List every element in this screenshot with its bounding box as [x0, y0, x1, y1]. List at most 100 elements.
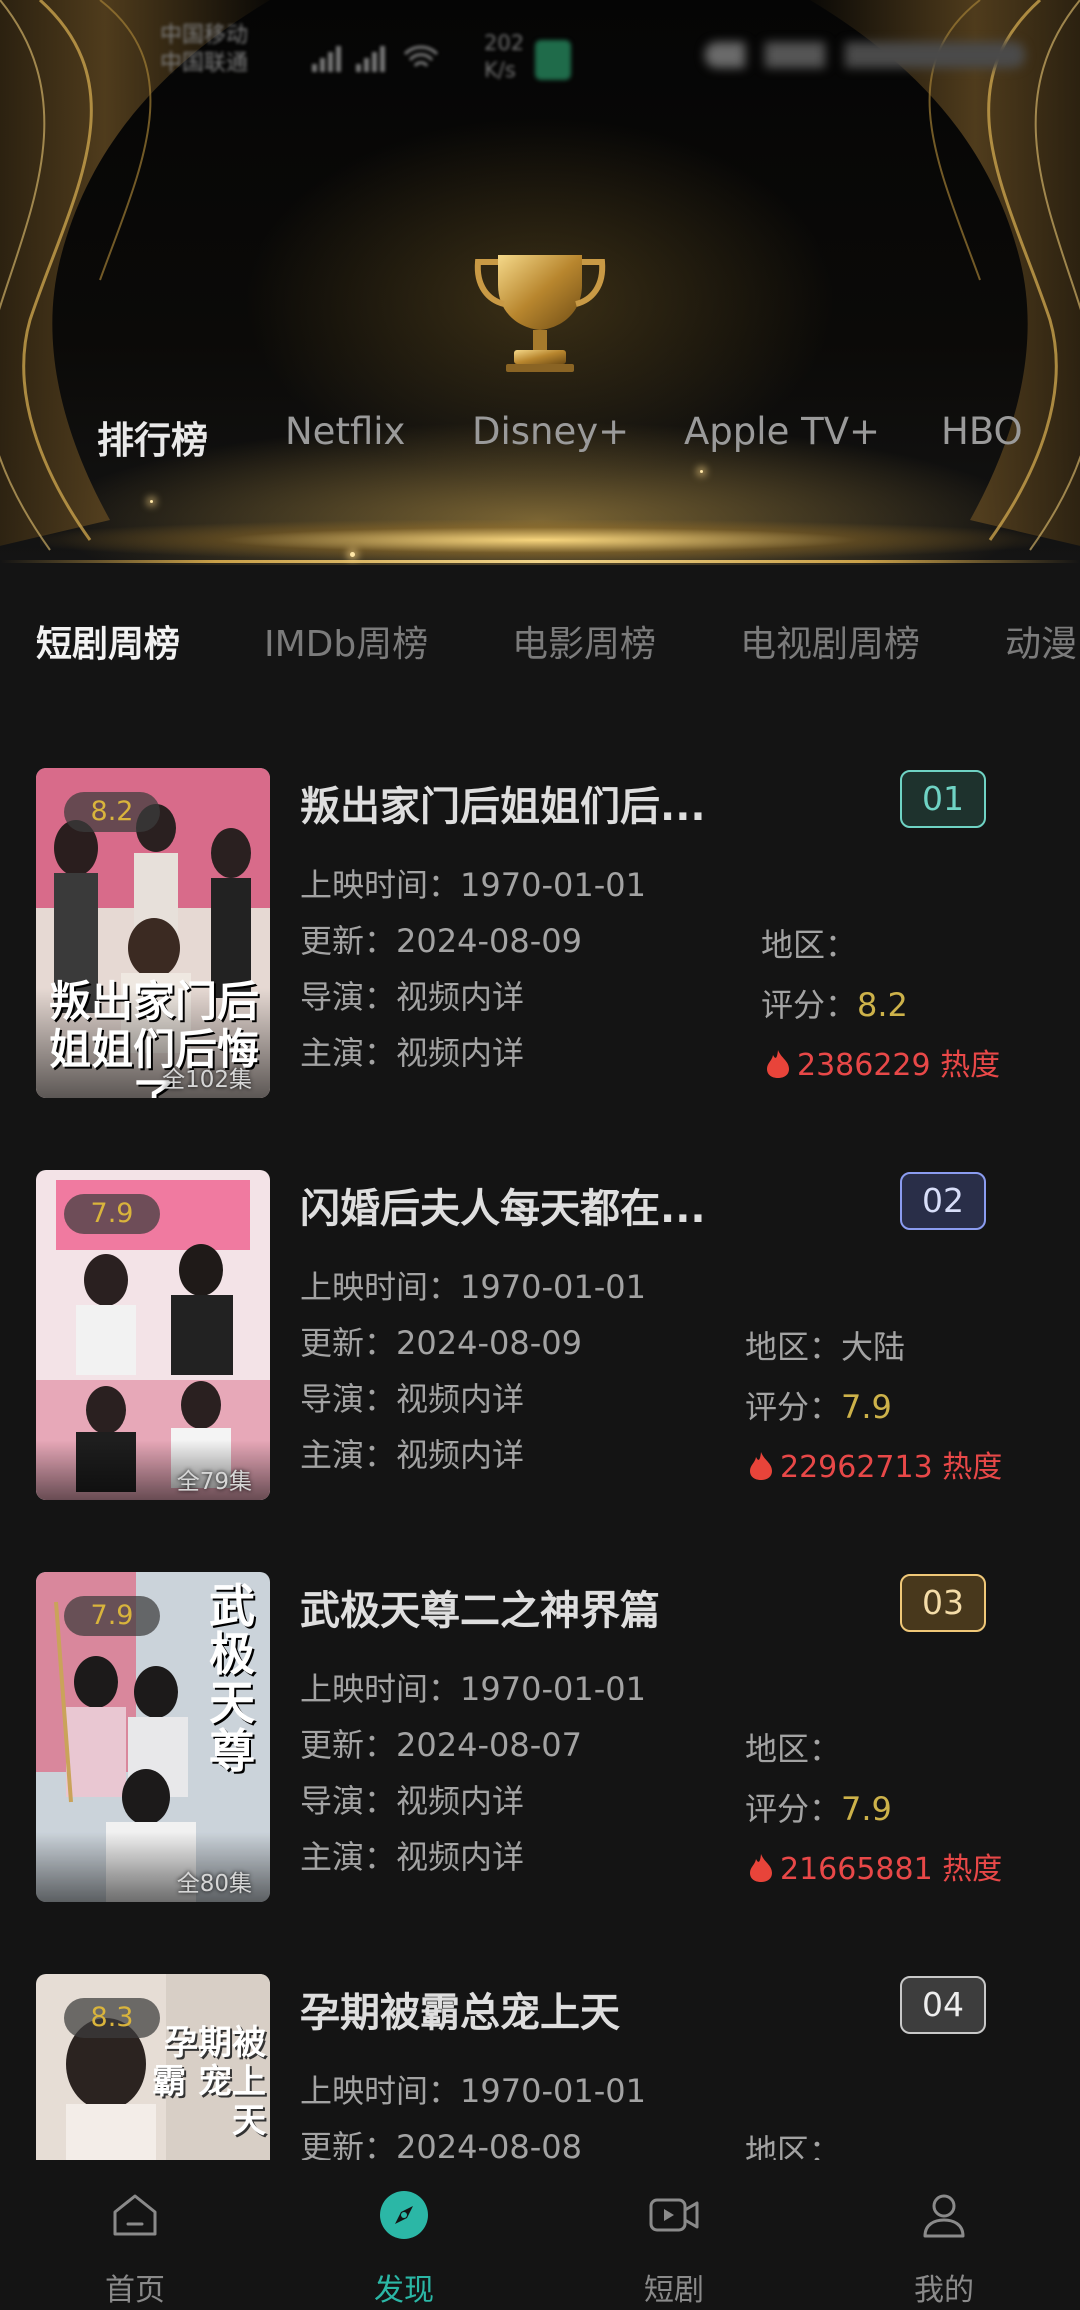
heat: 22962713 热度	[748, 1442, 1002, 1486]
rating-label: 评分：	[761, 986, 858, 1024]
cast-value: 视频内详	[396, 1034, 525, 1072]
director: 导演：视频内详	[300, 1776, 524, 1822]
poster-score-badge: 8.2	[64, 792, 160, 832]
update-value: 2024-08-09	[396, 922, 582, 960]
profile-icon	[923, 2194, 965, 2238]
poster-title-art: 武极天尊	[209, 1579, 255, 1778]
tab-anime[interactable]: 动漫	[1005, 615, 1077, 667]
stage-glow	[40, 520, 1040, 560]
nav-discover-label: 发现	[374, 2273, 434, 2308]
rank-item[interactable]: 7.9 全79集 闪婚后夫人每天都在... 02 上映时间：1970-01-01…	[0, 1170, 1080, 1525]
poster-image[interactable]: 8.2 叛出家门后 姐姐们后悔了 全102集	[36, 768, 270, 1098]
update-date: 更新：2024-08-09	[300, 1318, 582, 1364]
episode-count: 全79集	[176, 1469, 252, 1495]
episode-count: 全102集	[162, 1067, 252, 1093]
heat: 2386229 热度	[765, 1040, 1000, 1084]
release-label: 上映时间：	[300, 1268, 461, 1306]
rating-value: 7.9	[841, 1388, 892, 1426]
update-date: 更新：2024-08-07	[300, 1720, 582, 1766]
cast: 主演：视频内详	[300, 1430, 524, 1476]
release-date: 上映时间：1970-01-01	[300, 1664, 646, 1710]
rating: 评分：8.2	[761, 980, 908, 1026]
director-label: 导演：	[300, 1380, 397, 1418]
rank-item[interactable]: 7.9 武极天尊 全80集 武极天尊二之神界篇 03 上映时间：1970-01-…	[0, 1572, 1080, 1927]
discover-compass-icon	[380, 2191, 428, 2239]
poster-title-art: 孕期被霸 宠上天	[152, 2023, 266, 2142]
update-date: 更新：2024-08-09	[300, 916, 582, 962]
drama-title[interactable]: 孕期被霸总宠上天	[300, 1980, 620, 2038]
cast-value: 视频内详	[396, 1436, 525, 1474]
nav-discover[interactable]: 发现	[304, 2160, 504, 2310]
director-label: 导演：	[300, 1782, 397, 1820]
cast-label: 主演：	[300, 1436, 397, 1474]
nav-profile-label: 我的	[914, 2273, 974, 2308]
release-label: 上映时间：	[300, 2072, 461, 2110]
region: 地区：	[745, 1724, 841, 1770]
tab-short-drama-weekly[interactable]: 短剧周榜	[36, 615, 180, 667]
rank-badge: 03	[900, 1574, 986, 1632]
director-value: 视频内详	[396, 978, 525, 1016]
cast: 主演：视频内详	[300, 1832, 524, 1878]
update-label: 更新：	[300, 1726, 397, 1764]
poster-image[interactable]: 8.3 孕期被霸 宠上天	[36, 1974, 270, 2160]
tab-imdb-weekly[interactable]: IMDb周榜	[264, 615, 428, 667]
director-value: 视频内详	[396, 1782, 525, 1820]
drama-title[interactable]: 叛出家门后姐姐们后...	[300, 774, 706, 832]
region-label: 地区：	[745, 1328, 842, 1366]
release-label: 上映时间：	[300, 866, 461, 904]
tab-disney-plus[interactable]: Disney+	[472, 410, 629, 453]
net-speed-unit: K/s	[484, 58, 516, 83]
region: 地区：	[761, 920, 857, 966]
region: 地区：大陆	[745, 1322, 905, 1368]
fire-icon	[750, 1854, 772, 1882]
tab-apple-tv-plus[interactable]: Apple TV+	[684, 410, 880, 453]
poster-image[interactable]: 7.9 全79集	[36, 1170, 270, 1500]
carrier-line-1: 中国移动	[160, 23, 249, 48]
update-label: 更新：	[300, 922, 397, 960]
tab-hbo[interactable]: HBO	[941, 410, 1023, 453]
region-label: 地区：	[761, 926, 858, 964]
poster-score-badge: 7.9	[64, 1194, 160, 1234]
drama-title[interactable]: 武极天尊二之神界篇	[300, 1578, 660, 1636]
sparkle	[150, 500, 153, 503]
status-bar: 中国移动 中国联通 202 K/s	[0, 0, 1080, 110]
nav-profile[interactable]: 我的	[844, 2160, 1044, 2310]
fire-icon	[767, 1050, 789, 1078]
update-value: 2024-08-09	[396, 1324, 582, 1362]
tab-movie-weekly[interactable]: 电影周榜	[512, 615, 656, 667]
region-label: 地区：	[745, 2132, 842, 2160]
heat-value: 2386229	[797, 1048, 931, 1083]
tab-netflix[interactable]: Netflix	[285, 410, 405, 453]
rank-item[interactable]: 8.2 叛出家门后 姐姐们后悔了 全102集 叛出家门后姐姐们后... 01 上…	[0, 768, 1080, 1123]
carrier-info: 中国移动 中国联通	[160, 22, 248, 77]
fire-icon	[750, 1452, 772, 1480]
nav-short-drama[interactable]: 短剧	[574, 2160, 774, 2310]
drama-title[interactable]: 闪婚后夫人每天都在...	[300, 1176, 706, 1234]
update-value: 2024-08-08	[396, 2128, 582, 2160]
net-speed-value: 202	[484, 31, 525, 55]
poster-image[interactable]: 7.9 武极天尊 全80集	[36, 1572, 270, 1902]
release-value: 1970-01-01	[460, 1670, 646, 1708]
rating-value: 7.9	[841, 1790, 892, 1828]
bottom-navigation: 首页 发现 短剧 我的	[0, 2160, 1080, 2310]
signal-wifi-icon	[312, 45, 439, 72]
rank-badge: 01	[900, 770, 986, 828]
region: 地区：	[745, 2126, 841, 2160]
rating-label: 评分：	[745, 1388, 842, 1426]
release-value: 1970-01-01	[460, 1268, 646, 1306]
heat-label: 热度	[940, 1048, 1001, 1083]
tab-tv-weekly[interactable]: 电视剧周榜	[740, 615, 920, 667]
director: 导演：视频内详	[300, 1374, 524, 1420]
tab-ranking[interactable]: 排行榜	[97, 410, 208, 464]
nav-home[interactable]: 首页	[35, 2160, 235, 2310]
rank-badge: 02	[900, 1172, 986, 1230]
director: 导演：视频内详	[300, 972, 524, 1018]
heat-label: 热度	[942, 1450, 1003, 1485]
heat: 21665881 热度	[748, 1844, 1002, 1888]
rating: 评分：7.9	[745, 1382, 892, 1428]
rank-item[interactable]: 8.3 孕期被霸 宠上天 孕期被霸总宠上天 04 上映时间：1970-01-01…	[0, 1974, 1080, 2160]
poster-score-badge: 7.9	[64, 1596, 160, 1636]
status-right-icons	[705, 42, 1025, 68]
stage-edge-line	[0, 560, 1080, 563]
episode-count: 全80集	[176, 1871, 252, 1897]
